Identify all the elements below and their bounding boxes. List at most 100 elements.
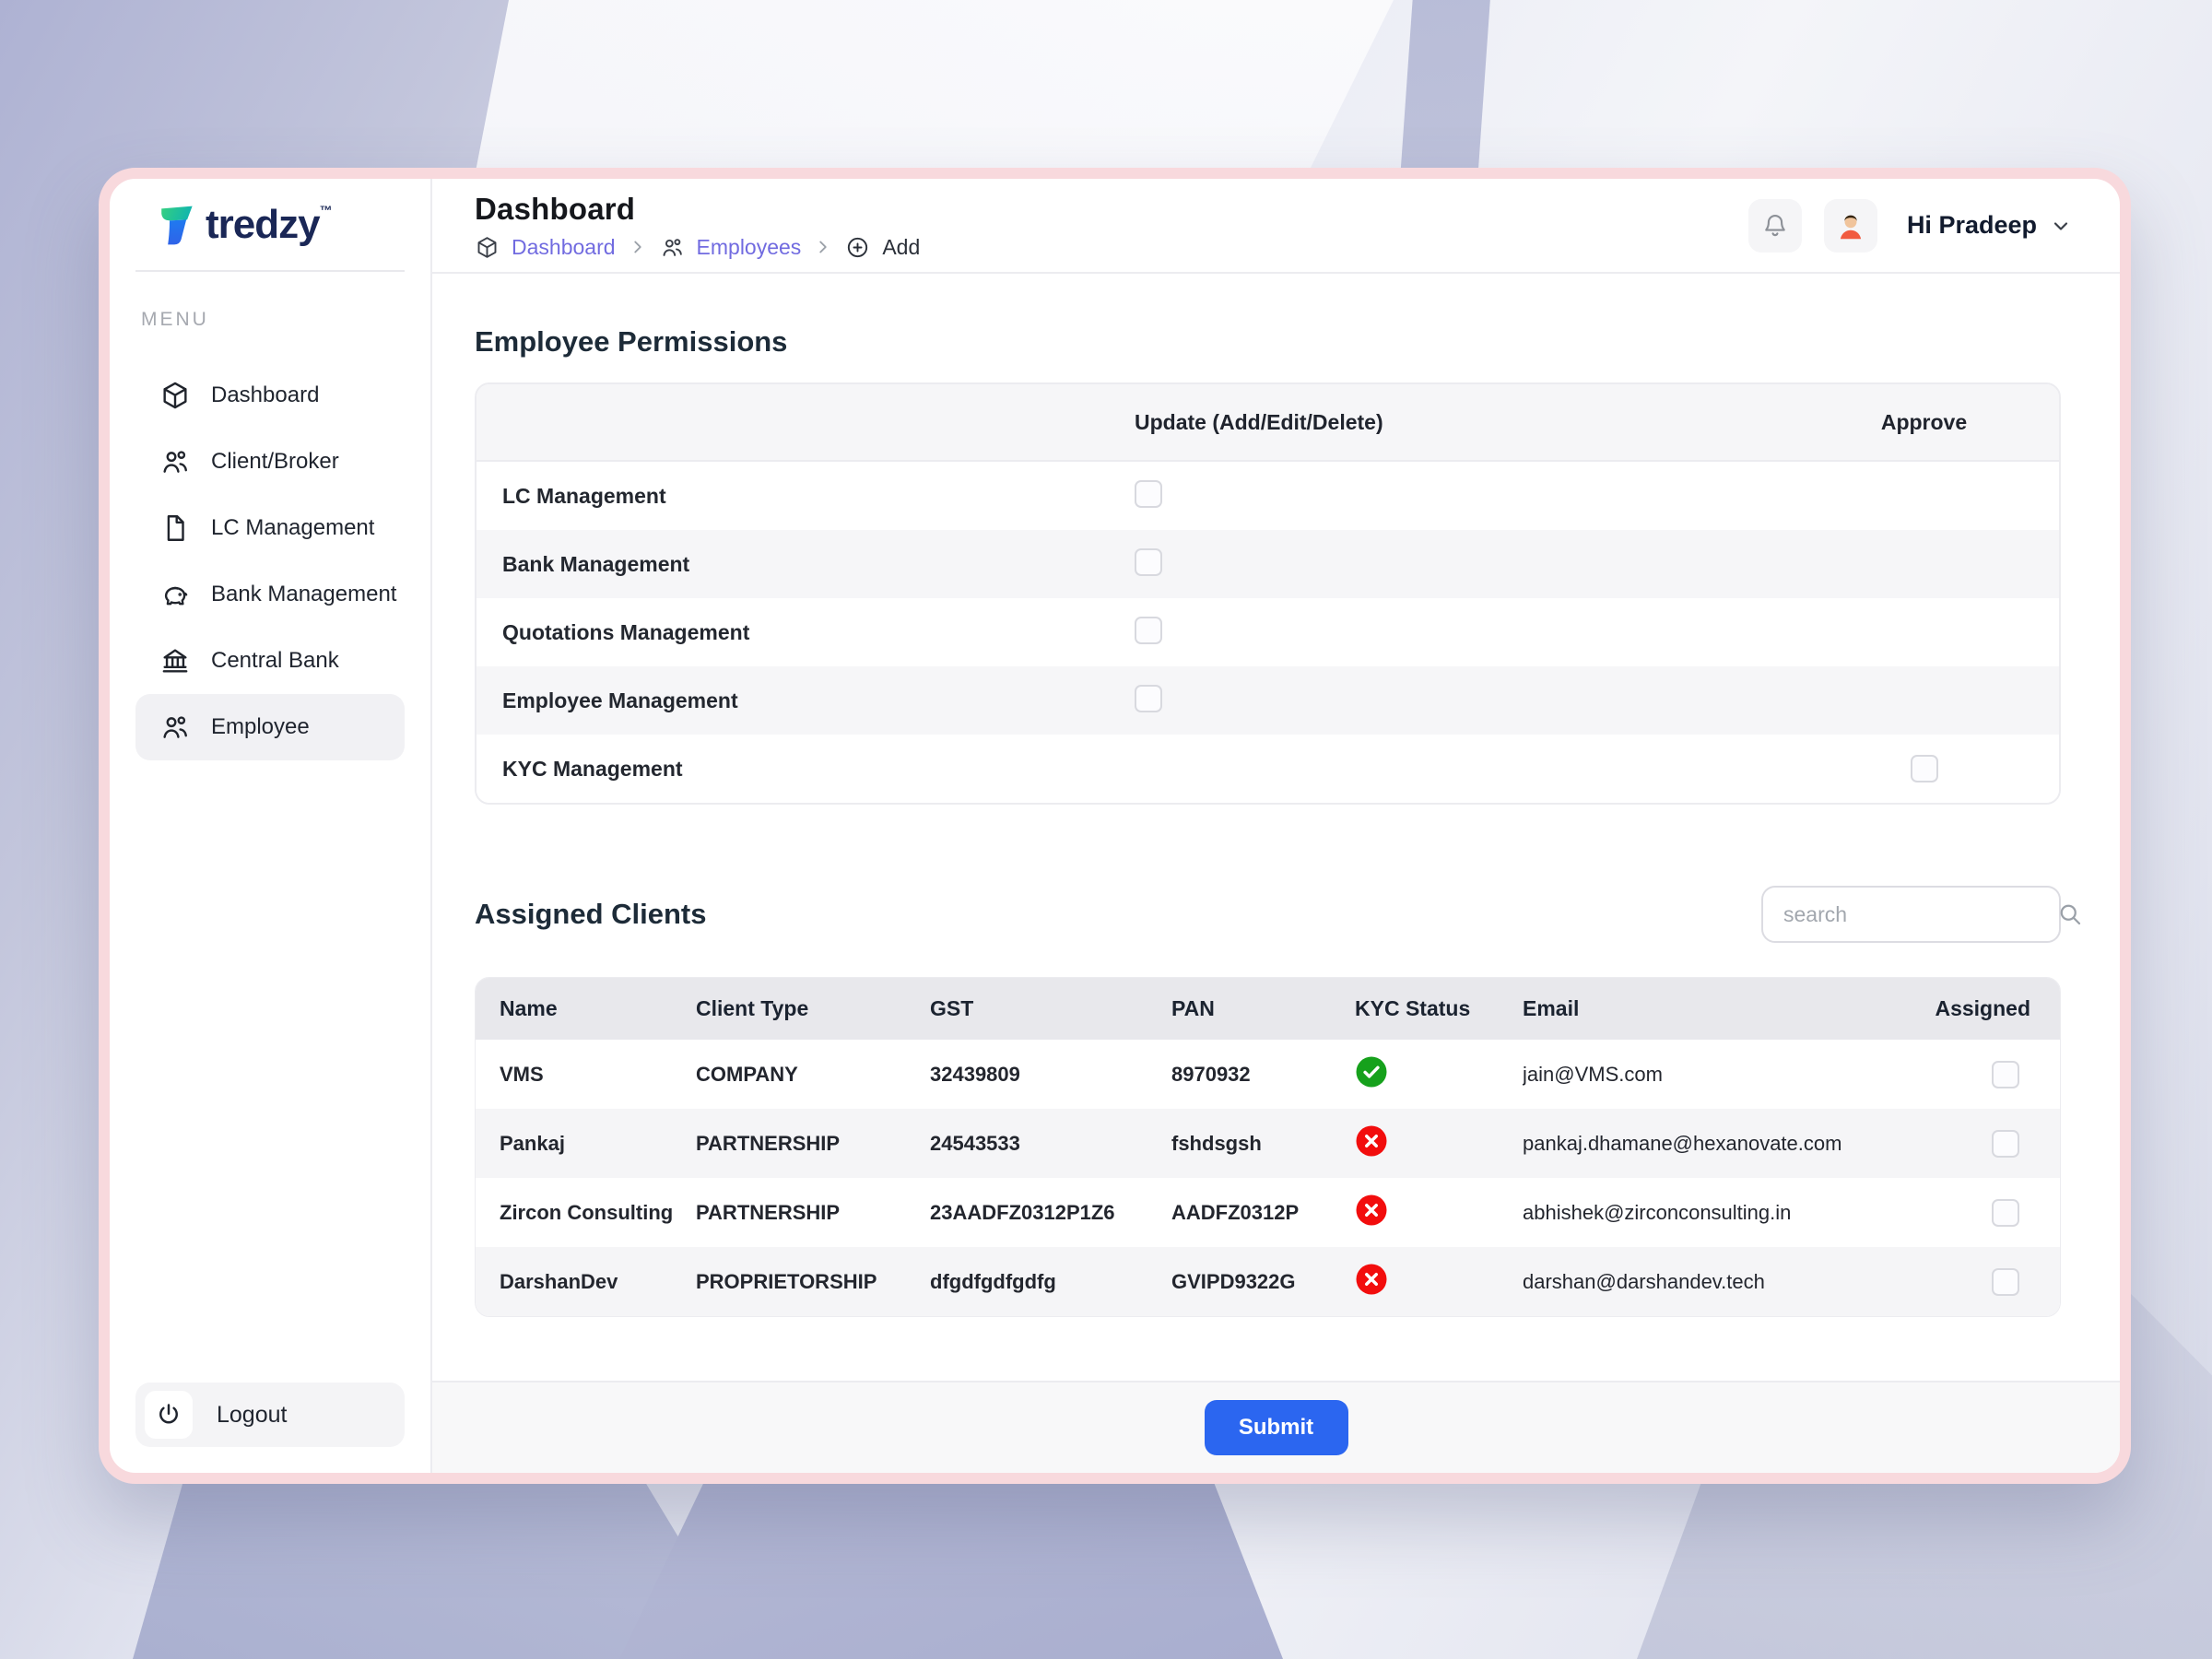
logout-button[interactable]: Logout xyxy=(135,1382,405,1447)
sidebar-item-central-bank[interactable]: Central Bank xyxy=(135,628,405,694)
tredzy-logo: tredzy™ xyxy=(152,201,333,249)
client-gst: 23AADFZ0312P1Z6 xyxy=(930,1201,1171,1225)
clients-search xyxy=(1761,886,2061,943)
client-type: PROPRIETORSHIP xyxy=(696,1270,930,1294)
people-icon xyxy=(159,446,191,477)
client-kyc-status-cell xyxy=(1355,1055,1523,1094)
logout-icon-box xyxy=(145,1391,193,1439)
piggy-bank-icon xyxy=(159,579,191,610)
breadcrumb: Dashboard Employees Add xyxy=(475,235,920,260)
user-greeting: Hi Pradeep xyxy=(1907,211,2037,240)
approve-permission-cell xyxy=(1789,755,2059,782)
permission-name: Bank Management xyxy=(477,552,1112,577)
assigned-checkbox[interactable] xyxy=(1992,1268,2019,1296)
assigned-checkbox[interactable] xyxy=(1992,1061,2019,1088)
breadcrumb-link-employees[interactable]: Employees xyxy=(697,235,802,260)
client-email: jain@VMS.com xyxy=(1523,1063,1922,1087)
assigned-checkbox[interactable] xyxy=(1992,1130,2019,1158)
client-gst: dfgdfgdfgdfg xyxy=(930,1270,1171,1294)
footer-bar: Submit xyxy=(432,1381,2120,1473)
update-permission-cell xyxy=(1112,548,1789,581)
menu-items: Dashboard Client/Broker LC Management Bank … xyxy=(135,362,405,760)
sidebar-item-dashboard[interactable]: Dashboard xyxy=(135,362,405,429)
client-type: PARTNERSHIP xyxy=(696,1201,930,1225)
user-menu[interactable]: Hi Pradeep xyxy=(1907,211,2072,240)
client-row: PankajPARTNERSHIP24543533fshdsgshpankaj.… xyxy=(476,1109,2060,1178)
column-header-email: Email xyxy=(1523,996,1922,1021)
submit-button[interactable]: Submit xyxy=(1205,1400,1348,1455)
permission-name: Quotations Management xyxy=(477,620,1112,645)
sidebar-item-bank-management[interactable]: Bank Management xyxy=(135,561,405,628)
update-permission-cell xyxy=(1112,685,1789,717)
topbar-right: Hi Pradeep xyxy=(1748,199,2072,253)
column-header-name: Name xyxy=(476,996,696,1021)
client-name: DarshanDev xyxy=(476,1270,696,1294)
user-avatar[interactable] xyxy=(1824,199,1877,253)
update-permission-cell xyxy=(1112,617,1789,649)
clients-table-body: VMSCOMPANY324398098970932 jain@VMS.com Pan… xyxy=(476,1040,2060,1316)
client-email: abhishek@zirconconsulting.in xyxy=(1523,1201,1922,1225)
client-gst: 32439809 xyxy=(930,1063,1171,1087)
client-pan: 8970932 xyxy=(1171,1063,1355,1087)
client-row: DarshanDevPROPRIETORSHIPdfgdfgdfgdfgGVIP… xyxy=(476,1247,2060,1316)
clients-table: Name Client Type GST PAN KYC Status Emai… xyxy=(475,977,2061,1317)
search-input[interactable] xyxy=(1783,902,2056,927)
cube-icon xyxy=(475,235,500,260)
update-permission-checkbox[interactable] xyxy=(1135,480,1162,508)
client-kyc-status-cell xyxy=(1355,1194,1523,1232)
permission-name: LC Management xyxy=(477,484,1112,509)
clients-section-header: Assigned Clients xyxy=(475,886,2061,943)
column-header-kyc-status: KYC Status xyxy=(1355,996,1523,1021)
client-type: COMPANY xyxy=(696,1063,930,1087)
kyc-rejected-icon xyxy=(1355,1263,1388,1296)
breadcrumb-link-dashboard[interactable]: Dashboard xyxy=(512,235,616,260)
sidebar-logo-area: tredzy™ xyxy=(135,179,405,272)
column-header-approve: Approve xyxy=(1789,410,2059,435)
trademark-symbol: ™ xyxy=(320,203,333,218)
app-window: tredzy™ MENU DashboardClient/BrokerLC Ma… xyxy=(99,168,2131,1484)
topbar-left: Dashboard Dashboard Employees xyxy=(475,192,920,260)
tredzy-logo-icon xyxy=(152,201,200,249)
main-area: Dashboard Dashboard Employees xyxy=(432,179,2120,1473)
sidebar-item-label: Central Bank xyxy=(211,648,339,674)
column-header-client-type: Client Type xyxy=(696,996,930,1021)
client-assigned-cell xyxy=(1922,1199,2060,1227)
assigned-checkbox[interactable] xyxy=(1992,1199,2019,1227)
chevron-down-icon xyxy=(2050,215,2072,237)
permission-row: Bank Management xyxy=(477,530,2059,598)
approve-permission-checkbox[interactable] xyxy=(1911,755,1938,782)
sidebar-item-employee[interactable]: Employee xyxy=(135,694,405,760)
sidebar-item-client-broker[interactable]: Client/Broker xyxy=(135,429,405,495)
permissions-table: Update (Add/Edit/Delete) Approve LC Mana… xyxy=(475,382,2061,805)
permission-row: Employee Management xyxy=(477,666,2059,735)
bell-icon xyxy=(1760,211,1790,241)
chevron-right-icon xyxy=(813,237,833,257)
sidebar-item-label: Dashboard xyxy=(211,382,319,408)
sidebar-item-label: Bank Management xyxy=(211,582,396,607)
permissions-section-title: Employee Permissions xyxy=(475,325,2061,359)
logout-label: Logout xyxy=(217,1402,287,1429)
client-pan: fshdsgsh xyxy=(1171,1132,1355,1156)
column-header-assigned: Assigned xyxy=(1922,996,2060,1021)
people-icon xyxy=(159,712,191,743)
sidebar-item-label: LC Management xyxy=(211,515,374,541)
kyc-rejected-icon xyxy=(1355,1194,1388,1227)
update-permission-checkbox[interactable] xyxy=(1135,685,1162,712)
people-icon xyxy=(660,235,685,260)
document-icon xyxy=(159,512,191,544)
column-header-gst: GST xyxy=(930,996,1171,1021)
client-type: PARTNERSHIP xyxy=(696,1132,930,1156)
kyc-rejected-icon xyxy=(1355,1124,1388,1158)
client-assigned-cell xyxy=(1922,1268,2060,1296)
update-permission-checkbox[interactable] xyxy=(1135,617,1162,644)
brand-name: tredzy xyxy=(206,202,320,247)
clients-section-title: Assigned Clients xyxy=(475,898,707,931)
client-name: VMS xyxy=(476,1063,696,1087)
page-title: Dashboard xyxy=(475,192,920,227)
sidebar-item-label: Employee xyxy=(211,714,310,740)
notifications-button[interactable] xyxy=(1748,199,1802,253)
sidebar-item-lc-management[interactable]: LC Management xyxy=(135,495,405,561)
client-assigned-cell xyxy=(1922,1130,2060,1158)
update-permission-checkbox[interactable] xyxy=(1135,548,1162,576)
permission-name: Employee Management xyxy=(477,688,1112,713)
